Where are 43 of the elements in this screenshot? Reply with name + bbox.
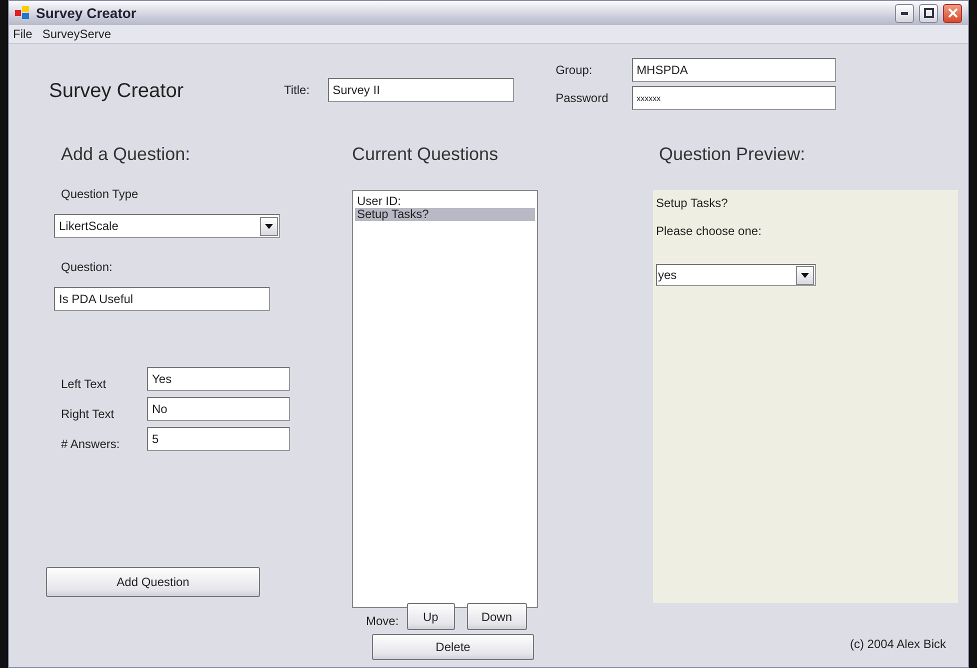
question-field[interactable]: Is PDA Useful	[54, 287, 270, 311]
question-label: Question:	[61, 260, 114, 274]
menu-item[interactable]: File	[13, 27, 32, 41]
group-field[interactable]: MHSPDA	[632, 58, 836, 82]
move-label: Move:	[366, 614, 399, 628]
input-field[interactable]: 5	[147, 427, 290, 451]
copyright-text: (c) 2004 Alex Bick	[850, 637, 946, 651]
preview-question: Setup Tasks?	[656, 196, 728, 210]
add-question-button[interactable]: Add Question	[46, 567, 260, 597]
section-heading: Current Questions	[352, 144, 500, 165]
preview-prompt: Please choose one:	[656, 224, 762, 238]
field-label: Right Text	[61, 407, 116, 421]
delete-button[interactable]: Delete	[372, 634, 534, 660]
section-heading: Add a Question:	[61, 144, 192, 165]
answer-dropdown[interactable]: yes	[656, 264, 816, 286]
password-field[interactable]: xxxxxx	[632, 86, 836, 110]
list-item[interactable]: Setup Tasks?	[355, 208, 535, 221]
password-label: Password	[556, 91, 610, 105]
input-field[interactable]: No	[147, 397, 290, 421]
list-item[interactable]: User ID:	[355, 195, 535, 208]
input-field[interactable]: Yes	[147, 367, 290, 391]
app-icon	[15, 6, 31, 20]
up-button[interactable]: Up	[406, 603, 455, 630]
question-type-dropdown[interactable]: LikertScale	[54, 214, 280, 238]
maximize-button[interactable]	[919, 4, 938, 22]
down-button[interactable]: Down	[466, 603, 527, 630]
close-icon	[948, 8, 958, 18]
field-label: # Answers:	[61, 437, 121, 451]
dropdown-arrow-icon	[801, 272, 809, 278]
window-title: Survey Creator	[36, 5, 138, 21]
minimize-button[interactable]	[895, 4, 914, 22]
dropdown-arrow-icon	[265, 224, 273, 228]
maximize-icon	[924, 8, 934, 18]
section-heading: Question Preview:	[659, 144, 806, 165]
title-field[interactable]: Survey II	[328, 78, 514, 102]
minimize-icon	[901, 12, 908, 14]
close-button[interactable]	[943, 4, 962, 22]
menu-item[interactable]: SurveyServe	[42, 27, 112, 41]
field-label: Left Text	[61, 377, 108, 391]
app-heading: Survey Creator	[49, 80, 184, 103]
title-label: Title:	[284, 83, 310, 97]
question-type-label: Question Type	[61, 187, 140, 201]
group-label: Group:	[556, 63, 594, 77]
